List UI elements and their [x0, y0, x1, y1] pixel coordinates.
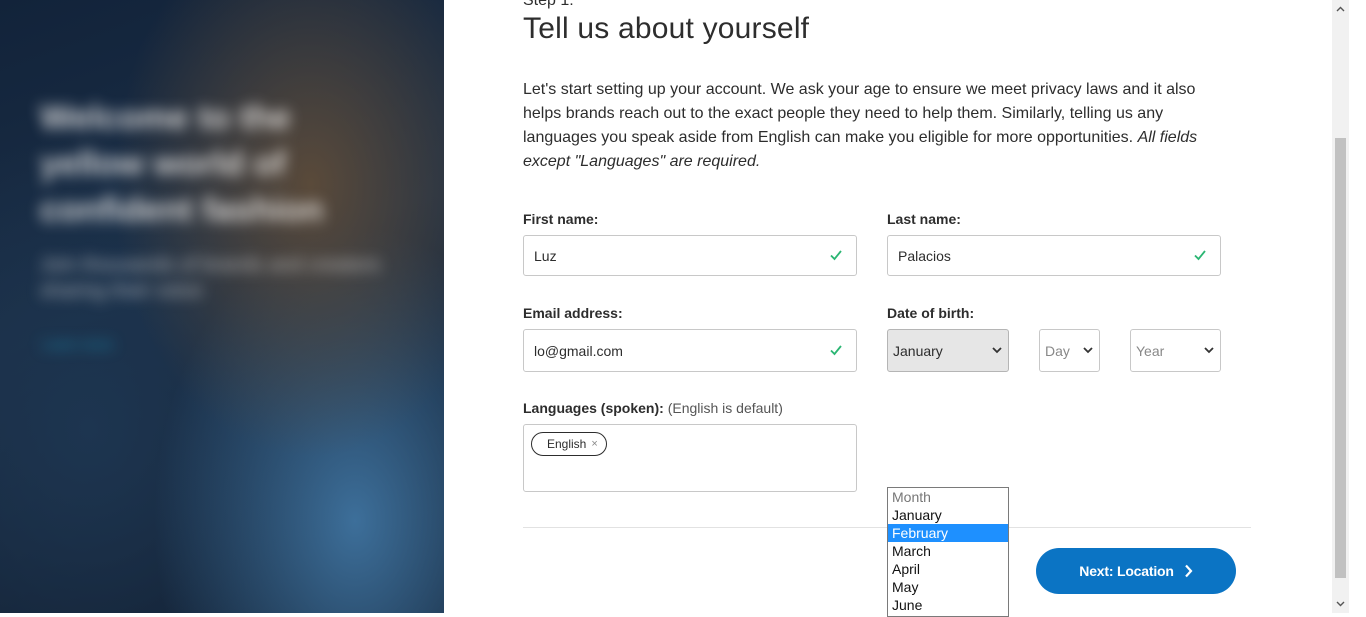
scroll-down-icon[interactable]: [1333, 599, 1348, 609]
step-label: Step 1:: [523, 0, 574, 9]
page-title: Tell us about yourself: [523, 12, 810, 45]
dob-month-select[interactable]: January: [887, 329, 1009, 372]
email-label: Email address:: [523, 305, 623, 321]
first-name-field[interactable]: Luz: [523, 235, 857, 276]
dob-day-value: Day: [1045, 342, 1070, 359]
hero-subtitle: Join thousands of brands and creators sh…: [40, 254, 381, 302]
dob-year-select[interactable]: Year: [1130, 329, 1221, 372]
scrollbar-thumb[interactable]: [1335, 138, 1346, 578]
chevron-down-icon: [992, 347, 1002, 354]
remove-tag-icon[interactable]: ×: [591, 438, 597, 450]
check-icon: [1194, 250, 1206, 261]
next-button-label: Next: Location: [1079, 563, 1174, 579]
first-name-value: Luz: [534, 247, 557, 264]
month-option[interactable]: May: [888, 578, 1008, 596]
chevron-down-icon: [1204, 347, 1214, 354]
check-icon: [830, 345, 842, 356]
dob-label: Date of birth:: [887, 305, 975, 321]
month-option-highlighted[interactable]: February: [888, 524, 1008, 542]
dob-year-value: Year: [1136, 342, 1165, 359]
languages-field[interactable]: English ×: [523, 424, 857, 492]
month-option[interactable]: January: [888, 506, 1008, 524]
intro-text: Let's start setting up your account. We …: [523, 78, 1238, 174]
last-name-label: Last name:: [887, 211, 961, 227]
next-location-button[interactable]: Next: Location: [1036, 548, 1236, 594]
first-name-label: First name:: [523, 211, 599, 227]
email-value: lo@gmail.com: [534, 342, 623, 359]
language-tag: English ×: [531, 432, 607, 456]
month-dropdown-list: Month January February March April May J…: [887, 487, 1009, 617]
languages-note: (English is default): [667, 400, 783, 416]
hero-link: Learn more: [42, 336, 114, 352]
email-field[interactable]: lo@gmail.com: [523, 329, 857, 372]
hero-content: Welcome to the yellow world of confident…: [0, 0, 444, 613]
month-option[interactable]: March: [888, 542, 1008, 560]
month-option[interactable]: June: [888, 596, 1008, 614]
languages-label: Languages (spoken): (English is default): [523, 400, 783, 416]
month-option[interactable]: Month: [888, 488, 1008, 506]
languages-label-text: Languages (spoken):: [523, 400, 664, 416]
chevron-down-icon: [1083, 347, 1093, 354]
chevron-right-icon: [1184, 564, 1193, 578]
hero-title: Welcome to the yellow world of confident…: [40, 99, 324, 229]
check-icon: [830, 250, 842, 261]
intro-plain: Let's start setting up your account. We …: [523, 81, 1196, 146]
language-tag-label: English: [547, 437, 587, 451]
dob-month-value: January: [893, 342, 943, 359]
scroll-up-icon[interactable]: [1333, 4, 1348, 14]
hero-panel: Welcome to the yellow world of confident…: [0, 0, 444, 613]
last-name-value: Palacios: [898, 247, 951, 264]
month-option[interactable]: April: [888, 560, 1008, 578]
last-name-field[interactable]: Palacios: [887, 235, 1221, 276]
dob-day-select[interactable]: Day: [1039, 329, 1100, 372]
